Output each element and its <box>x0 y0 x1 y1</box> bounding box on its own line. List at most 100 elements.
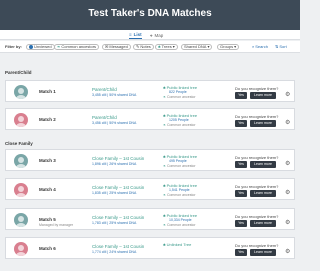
recognize-question: Do you recognize them? <box>235 114 279 119</box>
gear-icon[interactable]: ⚙ <box>285 161 290 168</box>
map-view-label: Map <box>154 32 164 38</box>
filter-groups[interactable]: Groups ▾ <box>217 44 240 50</box>
match-relationship[interactable]: Parent/Child <box>92 87 117 92</box>
match-shared-dna[interactable]: 1,896 cM | 26% shared DNA <box>92 162 136 166</box>
match-name[interactable]: Match 3 <box>39 158 56 163</box>
common-ancestor-label: Common ancestor <box>166 123 196 127</box>
match-relationship[interactable]: Close Family – 1st Cousin <box>92 244 144 249</box>
match-row[interactable]: Match 1 Parent/Child 3,455 cM | 50% shared… <box>5 80 295 102</box>
match-row[interactable]: Match 3 Close Family – 1st Cousin 1,896 cM… <box>5 149 295 171</box>
match-row[interactable]: Match 6 Close Family – 1st Cousin 1,774 cM… <box>5 237 295 259</box>
learn-more-button[interactable]: Learn more <box>250 92 276 99</box>
match-name[interactable]: Match 1 <box>39 89 56 94</box>
yes-button[interactable]: Yes <box>235 92 247 99</box>
recognize-question: Do you recognize them? <box>235 214 279 219</box>
filter-trees-label: Trees <box>161 44 172 49</box>
filter-shared-dna[interactable]: Shared DNA ▾ <box>181 44 213 50</box>
chevron-down-icon: ▾ <box>207 44 210 49</box>
sort-button[interactable]: ⇅ Sort <box>275 44 287 50</box>
leaf-icon: ❧ <box>163 123 166 127</box>
match-tree-status[interactable]: ♣ Unlinked Tree <box>163 242 191 247</box>
avatar[interactable] <box>14 183 28 197</box>
recognize-question: Do you recognize them? <box>235 184 279 189</box>
blue-dot-icon <box>29 45 33 49</box>
avatar[interactable] <box>14 213 28 227</box>
leaf-icon: ❧ <box>163 223 166 227</box>
match-relationship[interactable]: Close Family – 1st Cousin <box>92 215 144 220</box>
yes-button[interactable]: Yes <box>235 249 247 256</box>
section-heading-close-family: Close Family <box>5 141 33 146</box>
gear-icon[interactable]: ⚙ <box>285 92 290 99</box>
leaf-icon: ❧ <box>163 193 166 197</box>
match-tree-people: 1205 People <box>169 118 189 122</box>
match-tree-people: 822 People <box>169 90 187 94</box>
recognize-question: Do you recognize them? <box>235 86 279 91</box>
gear-icon[interactable]: ⚙ <box>285 249 290 256</box>
avatar[interactable] <box>14 242 28 256</box>
match-name[interactable]: Match 2 <box>39 117 56 122</box>
filter-bar: Filter by: Unviewed ❧ Common ancestors ✉… <box>0 41 300 53</box>
recognize-question: Do you recognize them? <box>235 155 279 160</box>
match-row[interactable]: Match 2 Parent/Child 3,456 cM | 50% shared… <box>5 108 295 130</box>
note-icon: ✎ <box>136 44 140 49</box>
gear-icon[interactable]: ⚙ <box>285 190 290 197</box>
gear-icon[interactable]: ⚙ <box>285 120 290 127</box>
search-label: Search <box>255 44 268 49</box>
filter-notes[interactable]: ✎ Notes <box>133 44 154 50</box>
match-name[interactable]: Match 6 <box>39 246 56 251</box>
filter-trees[interactable]: ♣ Trees ▾ <box>155 44 178 50</box>
search-icon: ⌕ <box>252 44 255 49</box>
avatar[interactable] <box>14 85 28 99</box>
yes-button[interactable]: Yes <box>235 161 247 168</box>
filter-shared-dna-label: Shared DNA <box>184 44 207 49</box>
match-tree-people: 495 People <box>169 159 187 163</box>
yes-button[interactable]: Yes <box>235 190 247 197</box>
match-shared-dna[interactable]: 1,835 cM | 25% shared DNA <box>92 191 136 195</box>
match-relationship[interactable]: Close Family – 1st Cousin <box>92 156 144 161</box>
learn-more-button[interactable]: Learn more <box>250 249 276 256</box>
match-shared-dna[interactable]: 3,456 cM | 50% shared DNA <box>92 121 136 125</box>
match-shared-dna[interactable]: 3,455 cM | 50% shared DNA <box>92 93 136 97</box>
gear-icon[interactable]: ⚙ <box>285 220 290 227</box>
filter-unviewed[interactable]: Unviewed <box>26 44 55 50</box>
yes-button[interactable]: Yes <box>235 220 247 227</box>
search-button[interactable]: ⌕ Search <box>252 44 268 50</box>
learn-more-button[interactable]: Learn more <box>250 161 276 168</box>
avatar[interactable] <box>14 154 28 168</box>
filter-messaged[interactable]: ✉ Messaged <box>102 44 131 50</box>
view-toggle-bar: ≡ List ⌖ Map <box>0 30 300 40</box>
filter-common-ancestors[interactable]: ❧ Common ancestors <box>54 44 100 50</box>
yes-button[interactable]: Yes <box>235 120 247 127</box>
page-header: Test Taker's DNA Matches <box>0 0 300 30</box>
list-view-label: List <box>133 32 142 37</box>
learn-more-button[interactable]: Learn more <box>250 220 276 227</box>
chevron-down-icon: ▾ <box>172 44 175 49</box>
filter-messaged-label: Messaged <box>109 44 128 49</box>
list-icon: ≡ <box>129 32 132 37</box>
match-row[interactable]: Match 4 Close Family – 1st Cousin 1,835 cM… <box>5 178 295 200</box>
match-relationship[interactable]: Parent/Child <box>92 115 117 120</box>
match-name[interactable]: Match 4 <box>39 187 56 192</box>
match-relationship[interactable]: Close Family – 1st Cousin <box>92 185 144 190</box>
match-shared-dna[interactable]: 1,783 cM | 25% shared DNA <box>92 221 136 225</box>
avatar[interactable] <box>14 113 28 127</box>
match-shared-dna[interactable]: 1,774 cM | 24% shared DNA <box>92 250 136 254</box>
filter-groups-label: Groups <box>220 44 234 49</box>
list-view-tab[interactable]: ≡ List <box>129 31 142 39</box>
match-name[interactable]: Match 5 <box>39 217 56 222</box>
match-tree-people: 10,334 People <box>169 218 192 222</box>
learn-more-button[interactable]: Learn more <box>250 190 276 197</box>
match-common-ancestor: ❧ Common ancestor <box>163 123 196 127</box>
tree-status-label: Unlinked Tree <box>166 242 192 247</box>
match-common-ancestor: ❧ Common ancestor <box>163 193 196 197</box>
tree-icon: ♣ <box>163 242 166 247</box>
common-ancestor-label: Common ancestor <box>166 95 196 99</box>
message-icon: ✉ <box>105 44 109 49</box>
leaf-icon: ❧ <box>163 95 166 99</box>
map-view-tab[interactable]: ⌖ Map <box>150 31 163 39</box>
page-title: Test Taker's DNA Matches <box>88 8 212 19</box>
common-ancestor-label: Common ancestor <box>166 223 196 227</box>
learn-more-button[interactable]: Learn more <box>250 120 276 127</box>
match-row[interactable]: Match 5 Managed by manager Close Family – … <box>5 208 295 230</box>
filter-notes-label: Notes <box>140 44 151 49</box>
